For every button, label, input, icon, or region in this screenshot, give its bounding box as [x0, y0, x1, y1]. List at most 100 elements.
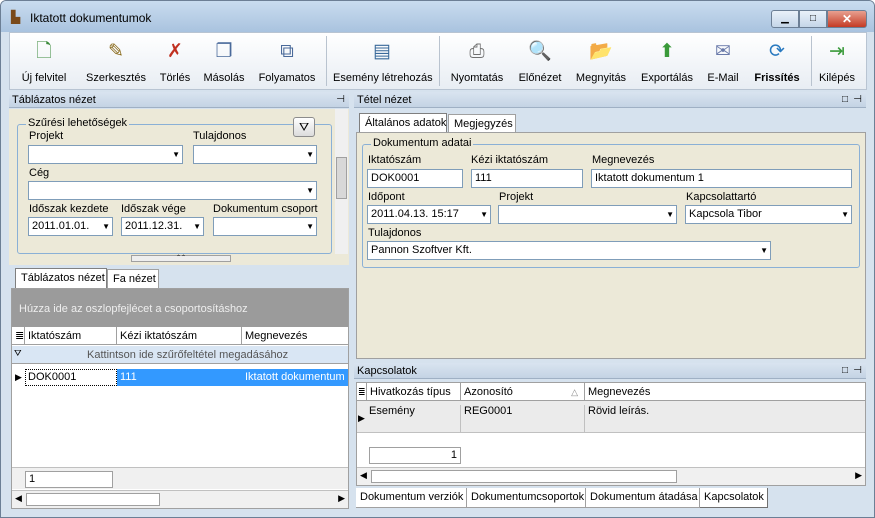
column-chooser-icon[interactable]: ≣ — [12, 327, 25, 345]
right-panel-header: Tétel nézet □ ⊣ — [354, 92, 866, 108]
toolbar-separator — [326, 36, 327, 86]
chevron-down-icon: ▼ — [306, 186, 314, 195]
delete-button[interactable]: ✗ Törlés — [156, 37, 194, 87]
projekt-filter-select[interactable]: ▼ — [28, 145, 183, 164]
export-icon: ⬆ — [659, 41, 675, 62]
scroll-left-icon[interactable]: ◀ — [360, 470, 367, 481]
tab-table-view[interactable]: Táblázatos nézet — [15, 268, 107, 288]
link-record-count: 1 — [369, 447, 461, 464]
column-megnevezes[interactable]: Megnevezés — [242, 327, 348, 345]
filter-row[interactable]: ⛛ Kattintson ide szűrőfeltétel megadásáh… — [12, 346, 348, 364]
kapcsolattarto-select[interactable]: Kapcsola Tibor ▼ — [685, 205, 852, 224]
row-indicator-icon: ▶ — [15, 372, 22, 382]
open-button[interactable]: 📂 Megnyitás — [574, 37, 628, 87]
horizontal-scrollbar[interactable]: ◀ ▶ — [12, 490, 348, 508]
maximize-button[interactable]: □ — [799, 10, 827, 28]
doc-group-label: Dokumentum csoport — [213, 203, 318, 215]
tab-tree-view[interactable]: Fa nézet — [107, 269, 159, 289]
tulajdonos-filter-select[interactable]: ▼ — [193, 145, 317, 164]
cell-hivatkozas-tipus[interactable]: Esemény — [369, 405, 461, 432]
tulajdonos-select[interactable]: Pannon Szoftver Kft. ▼ — [367, 241, 771, 260]
table-row[interactable]: ▶ Esemény REG0001 Rövid leírás. — [357, 401, 865, 433]
preview-button[interactable]: 🔍 Előnézet — [516, 37, 564, 87]
splitter-handle[interactable]: ⌃⌃ — [131, 255, 231, 262]
scroll-left-icon[interactable]: ◀ — [15, 493, 22, 504]
refresh-button[interactable]: ⟳ Frissítés — [751, 37, 803, 87]
column-iktatoszam[interactable]: Iktatószám — [25, 327, 117, 345]
iktatoszam-field[interactable]: DOK0001 — [367, 169, 463, 188]
end-date-label: Időszak vége — [121, 203, 186, 215]
projekt-select[interactable]: ▼ — [498, 205, 677, 224]
scroll-thumb[interactable] — [336, 157, 347, 199]
column-chooser-icon[interactable]: ≣ — [357, 383, 367, 401]
start-date-label: Időszak kezdete — [29, 203, 109, 215]
printer-icon: ⎙ — [469, 41, 485, 62]
grid-footer: 1 — [12, 467, 348, 489]
idopont-label: Időpont — [368, 191, 405, 203]
ceg-filter-select[interactable]: ▼ — [28, 181, 317, 200]
scroll-right-icon[interactable]: ▶ — [855, 470, 862, 481]
column-kezi-iktatoszam[interactable]: Kézi iktatószám — [117, 327, 242, 345]
group-by-area[interactable]: Húzza ide az oszlopfejlécet a csoportosí… — [12, 289, 348, 327]
record-count: 1 — [25, 471, 113, 488]
kezi-iktatoszam-field[interactable]: 111 — [471, 169, 583, 188]
megnevezes-field[interactable]: Iktatott dokumentum 1 — [591, 169, 852, 188]
cell-iktatoszam[interactable]: DOK0001 — [25, 369, 117, 386]
chevron-down-icon: ▼ — [666, 210, 674, 219]
links-horizontal-scrollbar[interactable]: ◀ ▶ — [357, 467, 865, 485]
print-button[interactable]: ⎙ Nyomtatás — [448, 37, 506, 87]
email-button[interactable]: ✉ E-Mail — [704, 37, 742, 87]
end-date-picker[interactable]: 2011.12.31. ▼ — [121, 217, 204, 236]
pin-icon[interactable]: ⊣ — [853, 92, 862, 108]
tab-document-groups[interactable]: Dokumentumcsoportok — [467, 488, 586, 508]
close-button[interactable]: ✕ — [827, 10, 867, 28]
tab-document-versions[interactable]: Dokumentum verziók — [356, 488, 467, 508]
cell-azonosito[interactable]: REG0001 — [464, 405, 585, 432]
cell-megnevezes[interactable]: Iktatott dokumentum — [245, 371, 345, 383]
table-row[interactable]: ▶ DOK0001 111 Iktatott dokumentum — [12, 369, 348, 386]
copy-button[interactable]: ❐ Másolás — [202, 37, 246, 87]
restore-icon[interactable]: □ — [842, 363, 848, 379]
kezi-iktatoszam-label: Kézi iktatószám — [471, 154, 549, 166]
general-data-panel: Dokumentum adatai Iktatószám Kézi iktató… — [356, 132, 866, 359]
left-grid: Húzza ide az oszlopfejlécet a csoportosí… — [11, 288, 349, 509]
tab-general-data[interactable]: Általános adatok — [359, 113, 447, 133]
start-date-picker[interactable]: 2011.01.01. ▼ — [28, 217, 113, 236]
envelope-icon: ✉ — [715, 41, 731, 62]
restore-icon[interactable]: □ — [842, 92, 848, 108]
toolbar-separator — [439, 36, 440, 86]
chevron-down-icon: ▼ — [480, 210, 488, 219]
tab-links[interactable]: Kapcsolatok — [700, 488, 768, 508]
chevron-down-icon: ▼ — [193, 222, 201, 231]
scroll-thumb[interactable] — [371, 470, 677, 483]
new-button[interactable]: 🗋 Új felvitel — [16, 37, 72, 87]
scroll-right-icon[interactable]: ▶ — [338, 493, 345, 504]
links-panel-title: Kapcsolatok — [357, 365, 417, 377]
column-azonosito[interactable]: Azonosító △ — [461, 383, 585, 401]
pin-icon[interactable]: ⊣ — [853, 363, 862, 379]
exit-button[interactable]: ⇥ Kilépés — [818, 37, 856, 87]
chevron-down-icon: ▼ — [102, 222, 110, 231]
row-highlight: 111 Iktatott dokumentum — [117, 369, 348, 386]
chevron-down-icon: ▼ — [172, 150, 180, 159]
event-icon: ▤ — [373, 41, 391, 62]
cell-kezi-iktatoszam[interactable]: 111 — [120, 371, 137, 383]
filter-scrollbar[interactable] — [335, 109, 348, 254]
chevron-down-icon: ▼ — [306, 150, 314, 159]
continuous-button[interactable]: ⧉ Folyamatos — [256, 37, 318, 87]
tab-notes[interactable]: Megjegyzés — [448, 114, 516, 134]
column-link-megnevezes[interactable]: Megnevezés — [585, 383, 865, 401]
scroll-thumb[interactable] — [26, 493, 160, 506]
pin-icon[interactable]: ⊣ — [336, 92, 345, 108]
column-hivatkozas-tipus[interactable]: Hivatkozás típus — [367, 383, 461, 401]
export-button[interactable]: ⬆ Exportálás — [639, 37, 695, 87]
edit-button[interactable]: ✎ Szerkesztés — [83, 37, 149, 87]
event-create-button[interactable]: ▤ Esemény létrehozás — [333, 37, 433, 87]
doc-group-select[interactable]: ▼ — [213, 217, 317, 236]
cell-link-megnevezes[interactable]: Rövid leírás. — [588, 405, 649, 417]
minimize-button[interactable]: ▁ — [771, 10, 799, 28]
filter-icon[interactable]: ⛛ — [293, 117, 315, 137]
tab-document-handover[interactable]: Dokumentum átadása — [586, 488, 700, 508]
idopont-picker[interactable]: 2011.04.13. 15:17 ▼ — [367, 205, 491, 224]
left-grid-header: ≣ Iktatószám Kézi iktatószám Megnevezés — [12, 327, 348, 345]
